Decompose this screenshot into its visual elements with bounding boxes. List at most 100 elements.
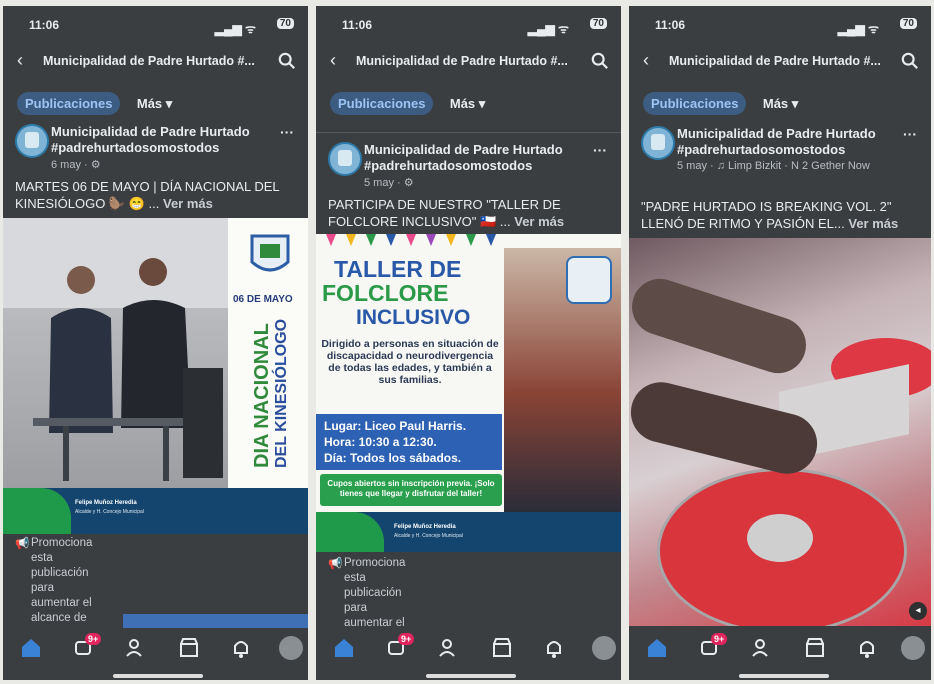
- record-label: [747, 514, 813, 562]
- poster-info-box: Lugar: Liceo Paul Harris. Hora: 10:30 a …: [316, 414, 502, 470]
- municipal-logo: [250, 234, 290, 272]
- see-more-link[interactable]: Ver más: [163, 196, 213, 211]
- tab-mas[interactable]: Más ▾: [137, 96, 172, 112]
- poster-lugar: Lugar: Liceo Paul Harris.: [324, 419, 467, 433]
- page-header: ‹ Municipalidad de Padre Hurtado #...: [629, 50, 931, 78]
- profile-avatar[interactable]: [592, 636, 616, 660]
- battery-icon: 70: [589, 18, 607, 29]
- boost-button[interactable]: [123, 614, 308, 628]
- phone-panel-2: 11:06 ▂▄▆ ᯤ 70 ‹ Municipalidad de Padre …: [316, 6, 621, 680]
- tab-publicaciones[interactable]: Publicaciones: [330, 92, 434, 115]
- post-image[interactable]: 06 DE MAYO DIA NACIONAL DEL KINESIÓLOGO …: [3, 218, 308, 534]
- back-icon[interactable]: ‹: [330, 50, 336, 71]
- people-illustration: [3, 218, 228, 481]
- municipal-logo: [566, 256, 612, 304]
- see-more-link[interactable]: Ver más: [848, 216, 898, 231]
- back-icon[interactable]: ‹: [17, 50, 23, 71]
- poster-description: Dirigido a personas en situación de disc…: [321, 338, 499, 386]
- bunting-flags: [326, 234, 496, 246]
- more-options-icon[interactable]: ···: [593, 142, 607, 158]
- friends-icon[interactable]: [438, 636, 462, 660]
- phone-panel-3: 11:06 ▂▄▆ ᯤ 70 ‹ Municipalidad de Padre …: [629, 6, 931, 680]
- more-options-icon[interactable]: ···: [903, 126, 917, 142]
- search-icon[interactable]: [591, 52, 609, 70]
- signal-wifi-icon: ▂▄▆ ᯤ: [214, 22, 256, 36]
- home-indicator: [739, 674, 829, 678]
- battery-icon: 70: [276, 18, 294, 29]
- bell-icon[interactable]: [229, 636, 253, 660]
- profile-avatar[interactable]: [279, 636, 303, 660]
- divider: [316, 132, 621, 133]
- post-date: 6 may · ⚙: [51, 159, 101, 171]
- page-header: ‹ Municipalidad de Padre Hurtado #...: [3, 50, 308, 78]
- marketplace-icon[interactable]: [490, 636, 514, 660]
- status-bar: 11:06 ▂▄▆ ᯤ 70: [629, 16, 931, 36]
- home-icon[interactable]: [645, 636, 669, 660]
- friends-icon[interactable]: [125, 636, 149, 660]
- back-icon[interactable]: ‹: [643, 50, 649, 71]
- status-bar: 11:06 ▂▄▆ ᯤ 70: [3, 16, 308, 36]
- footer-logo: [316, 512, 384, 552]
- marketplace-icon[interactable]: [177, 636, 201, 660]
- poster-title-1: TALLER DE: [334, 256, 462, 282]
- video-icon[interactable]: 9+: [386, 633, 415, 660]
- marketplace-icon[interactable]: [803, 636, 827, 660]
- profile-avatar[interactable]: [901, 636, 925, 660]
- home-indicator: [113, 674, 203, 678]
- home-icon[interactable]: [332, 636, 356, 660]
- poster-date: 06 DE MAYO: [233, 294, 293, 305]
- home-icon[interactable]: [19, 636, 43, 660]
- notification-badge: 9+: [711, 633, 728, 645]
- tab-mas[interactable]: Más ▾: [763, 96, 798, 112]
- search-icon[interactable]: [901, 52, 919, 70]
- page-title: Municipalidad de Padre Hurtado #...: [43, 54, 255, 68]
- post-author[interactable]: Municipalidad de Padre Hurtado #padrehur…: [677, 126, 907, 158]
- video-icon[interactable]: 9+: [73, 633, 102, 660]
- notification-badge: 9+: [85, 633, 102, 645]
- tab-bar: Publicaciones Más ▾: [330, 92, 485, 118]
- post-caption: MARTES 06 DE MAYO | DÍA NACIONAL DEL KIN…: [15, 179, 280, 211]
- megaphone-icon: 📢: [328, 558, 343, 570]
- promote-note[interactable]: 📢 Promociona esta publicación para aumen…: [15, 536, 105, 626]
- footer-logo: [3, 488, 71, 534]
- footer-mayor-name: Felipe Muñoz Heredia: [75, 500, 137, 506]
- see-more-link[interactable]: Ver más: [514, 214, 564, 229]
- status-time: 11:06: [655, 18, 686, 32]
- poster-footer: Felipe Muñoz Heredia Alcalde y H. Concej…: [316, 512, 621, 552]
- tab-mas[interactable]: Más ▾: [450, 96, 485, 112]
- post-image[interactable]: TALLER DE FOLCLORE INCLUSIVO Dirigido a …: [316, 234, 621, 552]
- battery-icon: 70: [899, 18, 917, 29]
- post-author[interactable]: Municipalidad de Padre Hurtado #padrehur…: [364, 142, 594, 174]
- status-bar: 11:06 ▂▄▆ ᯤ 70: [316, 16, 621, 36]
- friends-icon[interactable]: [751, 636, 775, 660]
- promote-note[interactable]: 📢 Promociona esta publicación para aumen…: [328, 556, 418, 631]
- page-header: ‹ Municipalidad de Padre Hurtado #...: [316, 50, 621, 78]
- poster-title-2: FOLCLORE: [322, 280, 449, 306]
- tab-publicaciones[interactable]: Publicaciones: [643, 92, 747, 115]
- poster-footer: Felipe Muñoz Heredia Alcalde y H. Concej…: [3, 488, 308, 534]
- video-icon[interactable]: 9+: [699, 633, 728, 660]
- bell-icon[interactable]: [855, 636, 879, 660]
- tab-publicaciones[interactable]: Publicaciones: [17, 92, 121, 115]
- signal-wifi-icon: ▂▄▆ ᯤ: [837, 22, 879, 36]
- signal-wifi-icon: ▂▄▆ ᯤ: [527, 22, 569, 36]
- page-avatar[interactable]: [641, 126, 675, 160]
- page-title: Municipalidad de Padre Hurtado #...: [669, 54, 881, 68]
- volume-icon[interactable]: ◂: [909, 602, 927, 620]
- home-indicator: [426, 674, 516, 678]
- kinesiologists-photo: [3, 218, 228, 488]
- phone-panel-1: 11:06 ▂▄▆ ᯤ 70 ‹ Municipalidad de Padre …: [3, 6, 308, 680]
- bell-icon[interactable]: [542, 636, 566, 660]
- page-avatar[interactable]: [15, 124, 49, 158]
- page-avatar[interactable]: [328, 142, 362, 176]
- poster-title-3: INCLUSIVO: [356, 306, 471, 329]
- post-text: MARTES 06 DE MAYO | DÍA NACIONAL DEL KIN…: [15, 178, 300, 212]
- search-icon[interactable]: [278, 52, 296, 70]
- post-author[interactable]: Municipalidad de Padre Hurtado #padrehur…: [51, 124, 281, 156]
- more-options-icon[interactable]: ···: [280, 124, 294, 140]
- post-video[interactable]: ◂: [629, 238, 931, 626]
- footer-mayor-name: Felipe Muñoz Heredia: [394, 524, 456, 530]
- tab-bar: Publicaciones Más ▾: [17, 92, 172, 118]
- tab-bar: Publicaciones Más ▾: [643, 92, 798, 118]
- post-text: "PADRE HURTADO IS BREAKING VOL. 2" LLENÓ…: [641, 198, 923, 232]
